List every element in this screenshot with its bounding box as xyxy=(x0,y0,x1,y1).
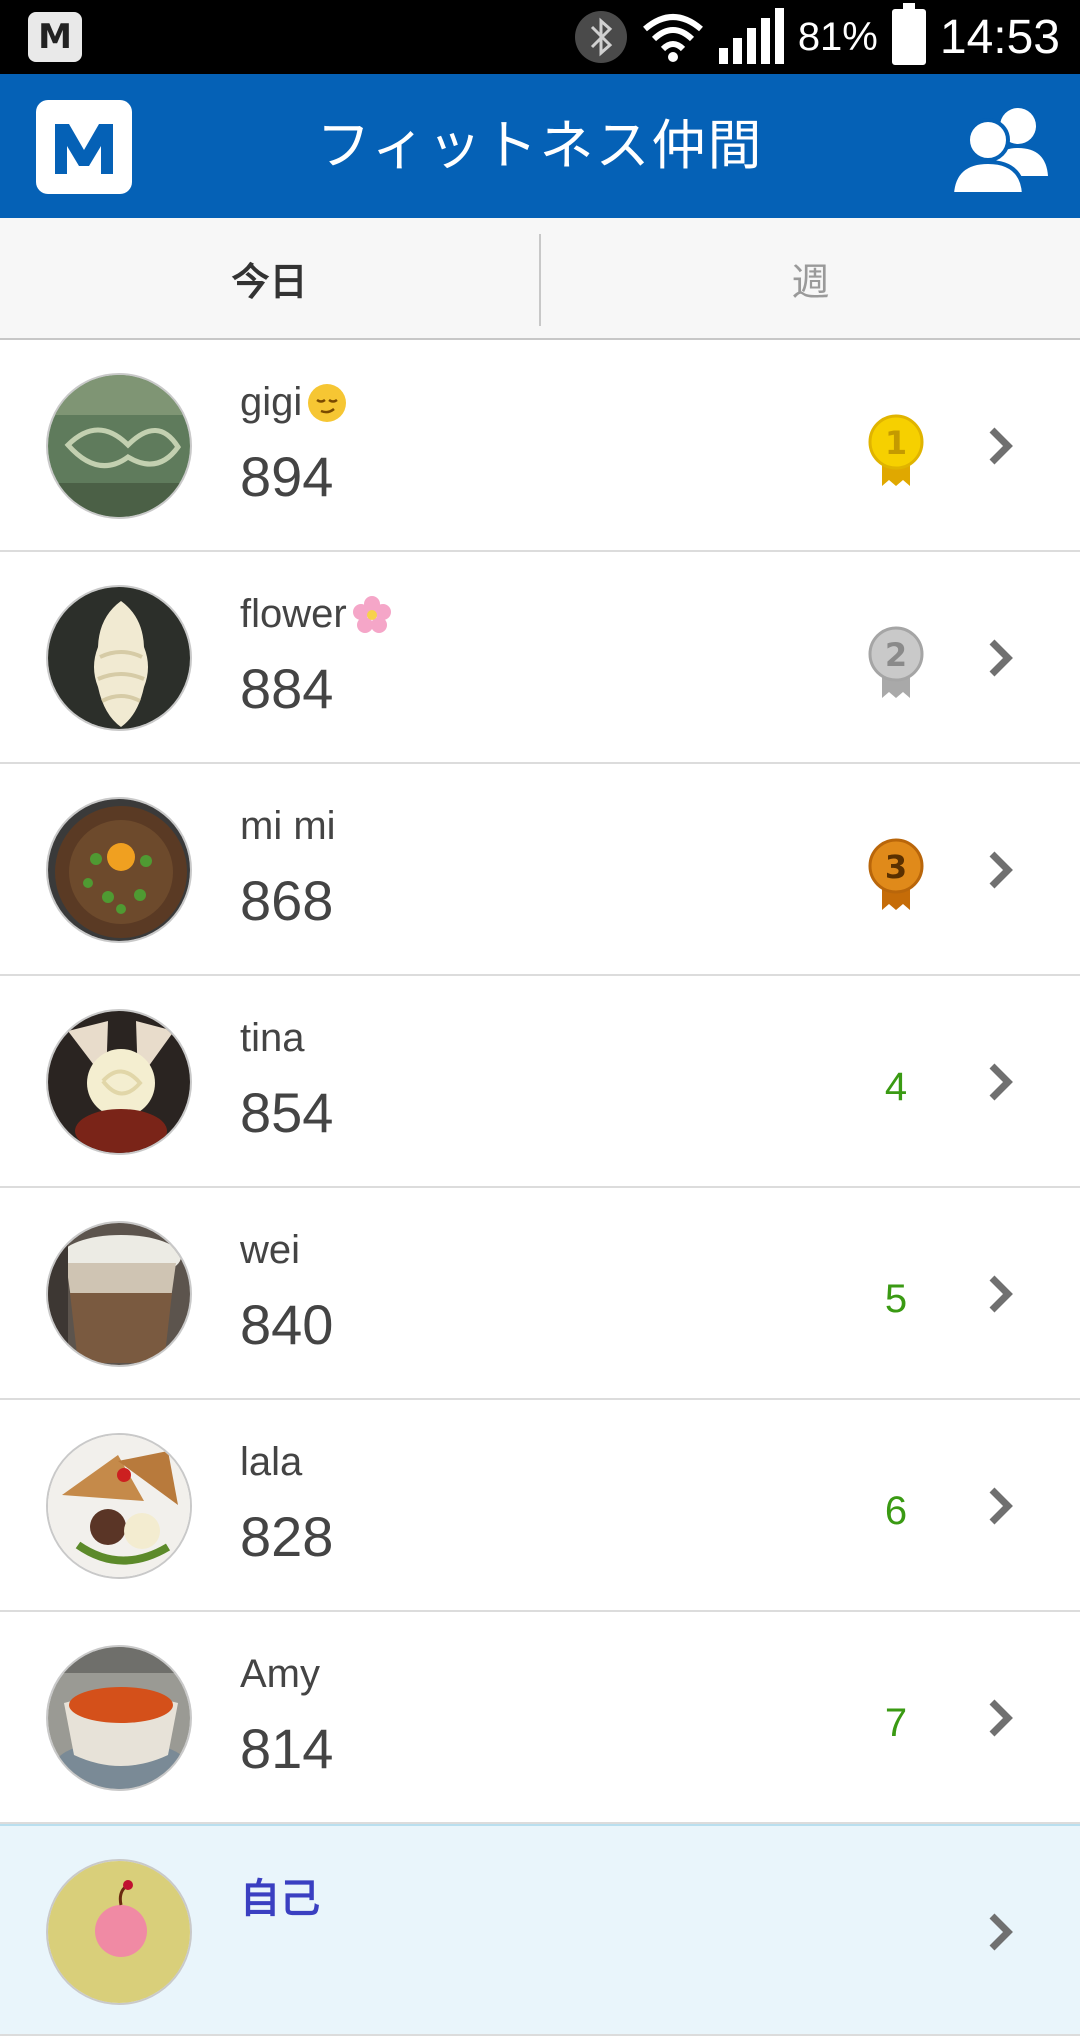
score-value: 868 xyxy=(240,869,334,932)
wifi-icon xyxy=(641,11,705,63)
avatar xyxy=(46,797,192,943)
user-name: flower xyxy=(240,592,393,637)
user-name: tina xyxy=(240,1016,305,1061)
score-value: 828 xyxy=(240,1505,334,1568)
avatar xyxy=(46,1009,192,1155)
list-item[interactable]: Amy 814 7 xyxy=(0,1612,1080,1824)
gold-medal-icon: 1 xyxy=(856,414,936,486)
score-value: 854 xyxy=(240,1081,334,1144)
user-name: Amy xyxy=(240,1652,320,1697)
chevron-right-icon xyxy=(989,427,1013,465)
user-name-text: gigi xyxy=(240,380,303,424)
page-title: フィットネス仲間 xyxy=(316,114,764,177)
user-name-text: Amy xyxy=(240,1652,320,1696)
app-header: フィットネス仲間 xyxy=(0,74,1080,218)
chevron-right-icon xyxy=(989,1275,1013,1313)
medal-rank-number: 3 xyxy=(885,848,907,886)
chevron-right-icon xyxy=(989,1913,1013,1951)
avatar xyxy=(46,1859,192,2005)
chevron-right-icon xyxy=(989,639,1013,677)
avatar xyxy=(46,1433,192,1579)
user-name-text: tina xyxy=(240,1016,305,1060)
list-item[interactable]: gigi 894 1 xyxy=(0,340,1080,552)
medal-rank-number: 1 xyxy=(885,424,907,462)
friends-icon[interactable] xyxy=(949,100,1050,196)
user-name: 自己 xyxy=(240,1866,320,1924)
avatar xyxy=(46,373,192,519)
signal-icon xyxy=(718,8,784,64)
rank-number xyxy=(856,1902,936,1972)
list-item[interactable]: tina 854 4 xyxy=(0,976,1080,1188)
app-logo-icon[interactable] xyxy=(36,100,132,194)
medal-rank-number: 2 xyxy=(885,636,907,674)
avatar xyxy=(46,1645,192,1791)
user-name-text: flower xyxy=(240,592,347,636)
tab-week[interactable]: 週 xyxy=(541,218,1080,338)
list-item[interactable]: flower 884 2 xyxy=(0,552,1080,764)
battery-icon xyxy=(891,3,926,65)
score-value: 814 xyxy=(240,1717,334,1780)
rank-number: 7 xyxy=(884,1700,908,1745)
user-name-text: 自己 xyxy=(240,1876,320,1922)
score-value: 840 xyxy=(240,1293,334,1356)
list-item[interactable]: lala 828 6 xyxy=(0,1400,1080,1612)
chevron-right-icon xyxy=(989,851,1013,889)
bronze-medal-icon: 3 xyxy=(856,838,936,910)
clock-time: 14:53 xyxy=(939,10,1060,64)
avatar xyxy=(46,585,192,731)
silver-medal-icon: 2 xyxy=(856,626,936,698)
avatar xyxy=(46,1221,192,1367)
status-bar: M 81% 14:53 xyxy=(0,0,1080,74)
period-tabs: 今日 週 xyxy=(0,218,1080,340)
user-name-text: wei xyxy=(240,1228,301,1272)
rank-number: 6 xyxy=(884,1488,908,1533)
user-name: mi mi xyxy=(240,804,336,849)
bluetooth-icon xyxy=(574,11,627,63)
user-name-text: mi mi xyxy=(240,804,336,848)
chevron-right-icon xyxy=(989,1699,1013,1737)
relieved-face-emoji xyxy=(308,383,347,422)
user-name: wei xyxy=(240,1228,300,1273)
battery-percent: 81% xyxy=(797,14,878,59)
user-name-text: lala xyxy=(240,1440,303,1484)
user-name: gigi xyxy=(240,380,348,425)
list-item-self[interactable]: 自己 xyxy=(0,1824,1080,2036)
leaderboard-list: gigi 894 1 flower 884 2 mi mi 868 3 tina… xyxy=(0,340,1080,2036)
list-item[interactable]: mi mi 868 3 xyxy=(0,764,1080,976)
score-value: 894 xyxy=(240,445,334,508)
user-name: lala xyxy=(240,1440,302,1485)
app-m-icon: M xyxy=(28,12,82,62)
cherry-blossom-emoji xyxy=(352,595,391,633)
tab-today[interactable]: 今日 xyxy=(0,218,539,338)
status-icons: 81% 14:53 xyxy=(574,0,1060,74)
chevron-right-icon xyxy=(989,1487,1013,1525)
chevron-right-icon xyxy=(989,1063,1013,1101)
score-value: 884 xyxy=(240,657,334,720)
list-item[interactable]: wei 840 5 xyxy=(0,1188,1080,1400)
rank-number: 4 xyxy=(884,1064,908,1109)
rank-number: 5 xyxy=(884,1276,908,1321)
